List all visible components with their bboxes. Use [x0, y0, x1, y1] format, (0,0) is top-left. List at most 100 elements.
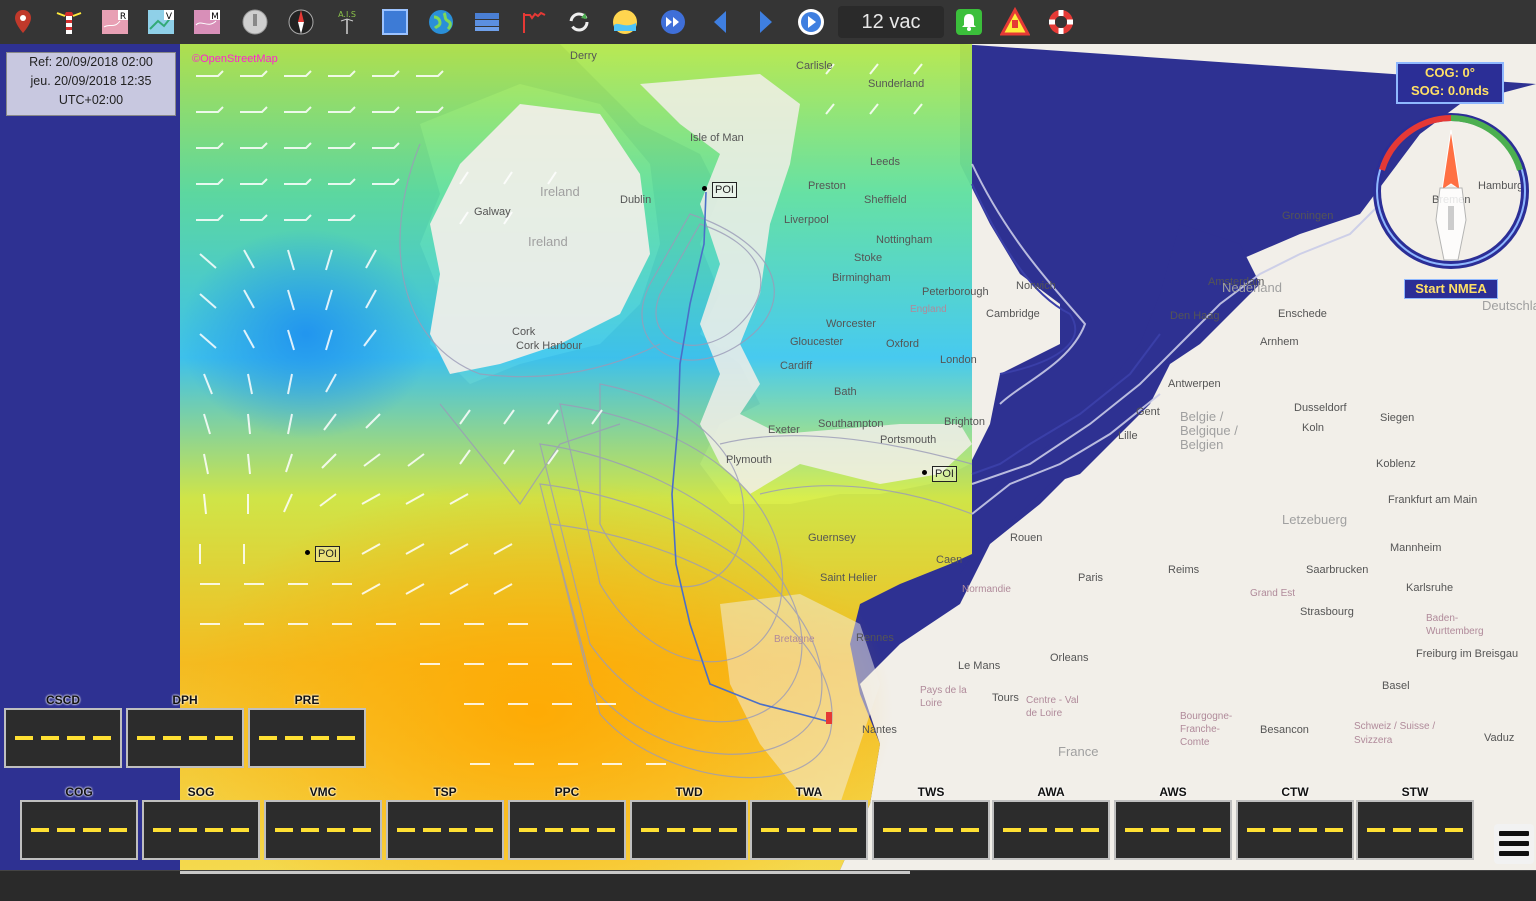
- map-country-label: Pays de la Loire: [920, 685, 967, 709]
- lifebuoy-icon[interactable]: [1044, 5, 1078, 39]
- engine-hours-label[interactable]: 12 vac: [838, 6, 944, 38]
- map-label: Enschede: [1278, 308, 1327, 320]
- map-label: Reims: [1168, 564, 1200, 576]
- map-label: Guernsey: [808, 532, 856, 544]
- weather-icon[interactable]: [608, 5, 642, 39]
- map-label: Gloucester: [790, 336, 844, 348]
- barograph-icon[interactable]: [518, 5, 552, 39]
- cog-sog-display[interactable]: COG: 0° SOG: 0.0nds: [1396, 62, 1504, 104]
- layers-icon[interactable]: [470, 5, 504, 39]
- marine-chart-icon[interactable]: M: [190, 5, 224, 39]
- map-label: Leeds: [870, 156, 900, 168]
- toolbar: R V M A.I.S 12 vac: [0, 0, 1536, 45]
- map-country-label: France: [1058, 744, 1099, 759]
- map-label: Gent: [1136, 406, 1160, 418]
- map-label: Rennes: [856, 632, 894, 644]
- instrument-display: [248, 708, 366, 768]
- next-icon[interactable]: [748, 5, 782, 39]
- instrument-display: [750, 800, 868, 860]
- warning-icon[interactable]: [998, 5, 1032, 39]
- map-label: Le Mans: [958, 660, 1001, 672]
- alarm-bell-icon[interactable]: [952, 5, 986, 39]
- ais-icon[interactable]: A.I.S: [330, 5, 364, 39]
- timezone-label: UTC+02:00: [58, 93, 124, 107]
- map-label: Nottingham: [876, 234, 933, 246]
- map-country-label: Centre - Val de Loire: [1026, 695, 1079, 719]
- instrument-label: PRE: [294, 693, 320, 707]
- map-label: Den Haag: [1170, 310, 1220, 322]
- fast-forward-icon[interactable]: [656, 5, 690, 39]
- compass-icon[interactable]: [1370, 110, 1532, 272]
- map-label: Nantes: [862, 724, 897, 736]
- svg-text:M: M: [211, 12, 219, 22]
- instrument-label: TWS: [917, 785, 945, 799]
- instrument-label: AWA: [1037, 785, 1065, 799]
- map-label: Koblenz: [1376, 458, 1416, 470]
- vector-chart-icon[interactable]: V: [144, 5, 178, 39]
- map-label: Vaduz: [1484, 732, 1515, 744]
- poi-marker[interactable]: [702, 186, 707, 191]
- poi-marker[interactable]: [922, 470, 927, 475]
- map-label: Saint Helier: [820, 572, 877, 584]
- map-country-label: Normandie: [962, 584, 1011, 595]
- map-country-label: England: [910, 304, 947, 315]
- map-country-label: Ireland: [528, 234, 568, 249]
- no-value-dashes: [1367, 828, 1463, 832]
- map-label: Dublin: [620, 194, 652, 206]
- sync-icon[interactable]: [562, 5, 596, 39]
- grib-time-info[interactable]: Ref: 20/09/2018 02:00 jeu. 20/09/2018 12…: [6, 52, 176, 116]
- map-label: Saarbrucken: [1306, 564, 1369, 576]
- map-label: Lille: [1118, 430, 1138, 442]
- map-label: Arnhem: [1260, 336, 1299, 348]
- instrument-label: STW: [1401, 785, 1429, 799]
- instrument-label: CSCD: [45, 693, 80, 707]
- no-value-dashes: [259, 736, 355, 740]
- map-label: London: [940, 354, 977, 366]
- map-label: Frankfurt am Main: [1388, 494, 1478, 506]
- map-label: Liverpool: [784, 214, 829, 226]
- instrument-label: COG: [65, 785, 93, 799]
- previous-icon[interactable]: [704, 5, 738, 39]
- square-layer-icon[interactable]: [378, 5, 412, 39]
- map-country-label: Ireland: [540, 184, 580, 199]
- compass-rose-icon[interactable]: [284, 5, 318, 39]
- lighthouse-icon[interactable]: [52, 5, 86, 39]
- map-pin-icon[interactable]: [6, 5, 40, 39]
- map-country-label: Baden-Wurttemberg: [1426, 613, 1484, 637]
- poi-marker[interactable]: [305, 550, 310, 555]
- start-nmea-button[interactable]: Start NMEA: [1404, 279, 1498, 299]
- raster-chart-icon[interactable]: R: [98, 5, 132, 39]
- map-country-label: Letzebuerg: [1282, 512, 1348, 527]
- map-label: Carlisle: [796, 60, 833, 72]
- no-value-dashes: [1125, 828, 1221, 832]
- map-country-label: Schweiz / Suisse / Svizzera: [1354, 721, 1436, 746]
- instrument-display: [20, 800, 138, 860]
- poi-label[interactable]: POI: [712, 182, 737, 198]
- map-label: Basel: [1382, 680, 1410, 692]
- map-label: Freiburg im Breisgau: [1416, 648, 1519, 660]
- poi-label[interactable]: POI: [932, 466, 957, 482]
- record-icon[interactable]: [238, 5, 272, 39]
- instrument-label: TWA: [795, 785, 823, 799]
- route-end-marker: [826, 712, 832, 724]
- status-bar: [0, 870, 1536, 901]
- play-icon[interactable]: [794, 5, 828, 39]
- instrument-display: [4, 708, 122, 768]
- no-value-dashes: [31, 828, 127, 832]
- sog-value: SOG: 0.0nds: [1410, 83, 1490, 98]
- map-label: Birmingham: [832, 272, 891, 284]
- map-label: Isle of Man: [690, 132, 744, 144]
- menu-icon[interactable]: [1494, 824, 1534, 864]
- map-label: Sunderland: [868, 78, 925, 90]
- map-label: Karlsruhe: [1406, 582, 1454, 594]
- instrument-label: CTW: [1281, 785, 1309, 799]
- globe-icon[interactable]: [424, 5, 458, 39]
- instrument-display: [508, 800, 626, 860]
- poi-label[interactable]: POI: [315, 546, 340, 562]
- map-label: Caen: [936, 554, 963, 566]
- instrument-display: [872, 800, 990, 860]
- map-label: Brighton: [944, 416, 985, 428]
- map-label: Orleans: [1050, 652, 1089, 664]
- no-value-dashes: [397, 828, 493, 832]
- instrument-label: DPH: [172, 693, 198, 707]
